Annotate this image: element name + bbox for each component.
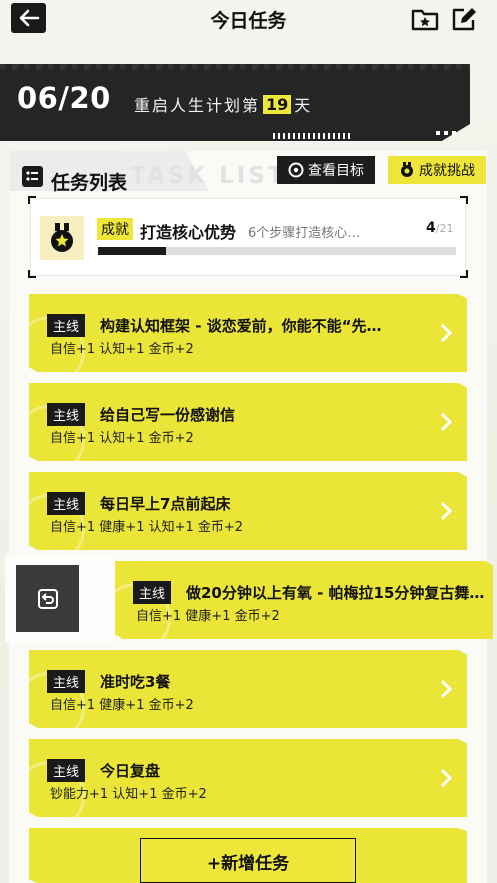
task-rewards: 钞能力+1 认知+1 金币+2	[50, 787, 207, 802]
view-goal-button[interactable]: 查看目标	[277, 156, 375, 184]
chevron-right-icon	[440, 501, 453, 521]
undo-icon	[37, 588, 58, 609]
banner-text-after: 天	[294, 96, 313, 115]
corner-bracket	[28, 196, 36, 204]
banner-dots	[436, 131, 456, 135]
task-tag: 主线	[47, 759, 86, 782]
task-title: 每日早上7点前起床	[100, 495, 231, 513]
task-tag: 主线	[133, 581, 172, 604]
task-rewards: 自信+1 健康+1 金币+2	[50, 698, 194, 713]
task-title: 给自己写一份感谢信	[100, 406, 236, 424]
achievement-tag: 成就	[97, 218, 133, 240]
task-rewards: 自信+1 健康+1 认知+1 金币+2	[50, 520, 244, 535]
list-icon	[22, 166, 43, 187]
undo-button[interactable]	[16, 565, 79, 632]
task-tag: 主线	[47, 314, 86, 337]
task-rewards: 自信+1 认知+1 金币+2	[50, 342, 194, 357]
task-title: 准时吃3餐	[100, 673, 171, 691]
task-tag: 主线	[47, 492, 86, 515]
challenge-label: 成就挑战	[419, 163, 475, 179]
task-tag: 主线	[47, 670, 86, 693]
task-card[interactable]: 主线 今日复盘 钞能力+1 认知+1 金币+2	[29, 739, 467, 817]
banner-stripe	[0, 64, 470, 70]
add-task-button[interactable]: +新增任务	[145, 843, 351, 880]
chevron-right-icon	[440, 412, 453, 432]
medal-star-icon	[51, 223, 73, 252]
achievement-title: 打造核心优势	[140, 223, 237, 242]
task-card[interactable]: 主线 每日早上7点前起床 自信+1 健康+1 认知+1 金币+2	[29, 472, 467, 550]
corner-bracket	[28, 270, 36, 278]
achievement-description: 6个步骤打造核心…	[248, 226, 361, 241]
task-title: 今日复盘	[100, 762, 161, 780]
banner-barcode	[273, 133, 353, 139]
corner-bracket	[460, 196, 468, 204]
achievement-badge	[40, 216, 84, 260]
banner-text-before: 重启人生计划第	[134, 96, 261, 115]
achievement-challenge-button[interactable]: 成就挑战	[388, 156, 486, 184]
corner-bracket	[460, 270, 468, 278]
top-bar: 今日任务	[0, 0, 497, 40]
chevron-right-icon	[440, 768, 453, 788]
task-tag: 主线	[47, 403, 86, 426]
chevron-right-icon	[440, 323, 453, 343]
banner-date: 06/20	[17, 81, 111, 115]
view-goal-label: 查看目标	[308, 163, 364, 179]
progress-current: 4	[426, 220, 436, 236]
edit-button[interactable]	[451, 6, 479, 32]
banner-plan-text: 重启人生计划第 19 天	[134, 92, 312, 116]
chevron-right-icon	[440, 679, 453, 699]
medal-icon	[401, 162, 413, 177]
task-card[interactable]: 主线 给自己写一份感谢信 自信+1 认知+1 金币+2	[29, 383, 467, 461]
task-title: 构建认知框架 - 谈恋爱前，你能不能“先…	[100, 317, 382, 335]
task-card[interactable]: 主线 构建认知框架 - 谈恋爱前，你能不能“先… 自信+1 认知+1 金币+2	[29, 294, 467, 372]
achievement-progress: 4/21	[426, 220, 453, 236]
target-icon	[288, 162, 304, 178]
task-rewards: 自信+1 健康+1 金币+2	[136, 609, 280, 624]
banner-day-number: 19	[263, 94, 292, 114]
folder-star-icon	[411, 9, 439, 31]
achievement-progress-bar	[98, 247, 456, 255]
list-title: 任务列表	[51, 172, 128, 194]
task-rewards: 自信+1 认知+1 金币+2	[50, 431, 194, 446]
edit-icon	[452, 8, 476, 31]
folder-star-button[interactable]	[411, 6, 439, 32]
task-card-swiped[interactable]: 主线 做20分钟以上有氧 - 帕梅拉15分钟复古舞… 自信+1 健康+1 金币+…	[115, 561, 493, 639]
list-watermark: TASK LIST	[130, 163, 287, 189]
progress-bar-fill	[98, 247, 167, 255]
task-title: 做20分钟以上有氧 - 帕梅拉15分钟复古舞…	[186, 584, 485, 602]
task-card[interactable]: 主线 准时吃3餐 自信+1 健康+1 金币+2	[29, 650, 467, 728]
progress-total: /21	[435, 222, 454, 235]
